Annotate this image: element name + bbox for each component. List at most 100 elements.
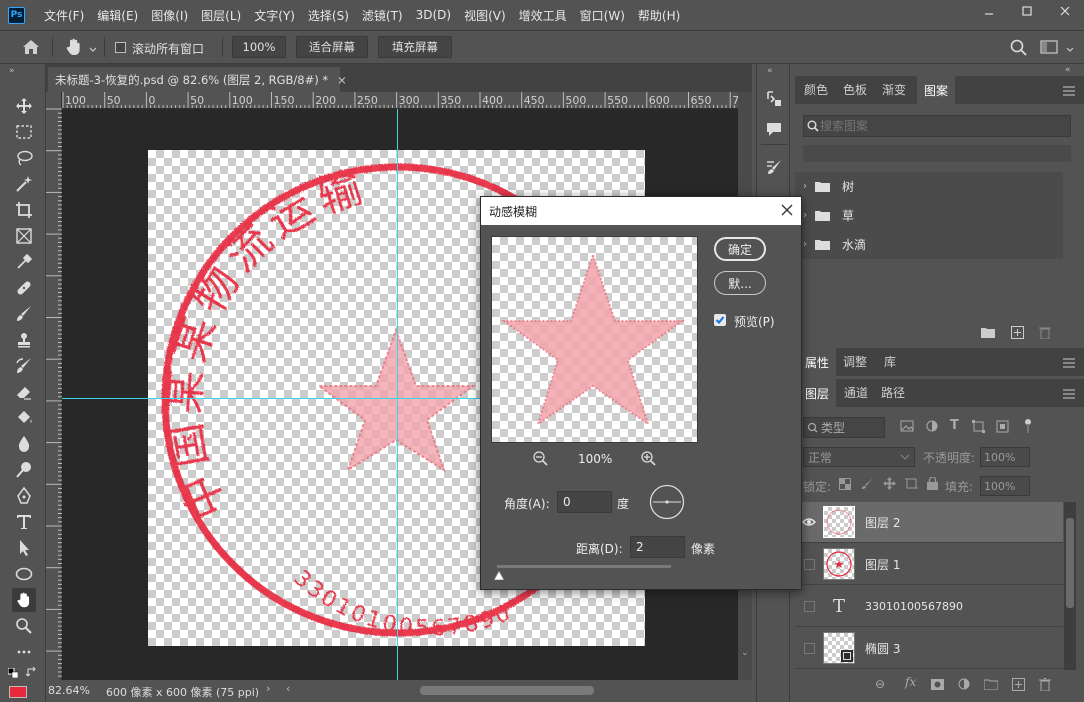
swap-colors-icon[interactable] — [25, 666, 38, 681]
chevron-down-icon[interactable] — [89, 42, 97, 56]
menu-3d[interactable]: 3D(D) — [411, 8, 459, 22]
distance-slider-handle[interactable] — [493, 569, 505, 583]
document-tab[interactable]: 未标题-3-恢复的.psd @ 82.6% (图层 2, RGB/8#) * × — [48, 67, 347, 92]
angle-input[interactable]: 0 — [557, 491, 612, 513]
panel-menu-icon[interactable] — [1063, 388, 1075, 402]
dodge-tool-icon[interactable] — [12, 458, 36, 482]
tab-patterns[interactable]: 图案 — [917, 76, 955, 104]
blur-tool-icon[interactable] — [12, 432, 36, 456]
search-icon[interactable] — [1010, 39, 1027, 59]
hand-tool-icon[interactable] — [12, 588, 36, 612]
new-group-icon[interactable] — [981, 327, 995, 341]
foreground-color-swatch[interactable] — [9, 686, 27, 698]
angle-dial[interactable] — [649, 484, 685, 523]
pen-tool-icon[interactable] — [12, 484, 36, 508]
move-tool-icon[interactable] — [12, 94, 36, 118]
filter-shape-icon[interactable] — [972, 420, 985, 436]
dialog-title-bar[interactable]: 动感模糊 — [481, 197, 801, 225]
horizontal-scrollbar-thumb[interactable] — [420, 686, 594, 695]
more-tools-icon[interactable] — [12, 640, 36, 664]
layer-filter-select[interactable]: 类型 — [803, 417, 885, 438]
tab-gradients[interactable]: 渐变 — [876, 76, 912, 102]
menu-filter[interactable]: 滤镜(T) — [357, 7, 411, 24]
menu-view[interactable]: 视图(V) — [459, 7, 514, 24]
vertical-guide[interactable] — [397, 109, 398, 680]
type-tool-icon[interactable] — [12, 510, 36, 534]
pattern-folder[interactable]: › 水滴 — [795, 230, 1063, 259]
tab-layers[interactable]: 图层 — [798, 379, 836, 407]
status-zoom[interactable]: 82.64% — [48, 684, 90, 697]
collapse-icon[interactable]: « — [767, 66, 773, 76]
home-icon[interactable] — [22, 39, 40, 58]
magic-wand-tool-icon[interactable] — [12, 172, 36, 196]
chevron-right-icon[interactable]: › — [795, 181, 815, 192]
new-layer-icon[interactable] — [1012, 678, 1025, 694]
comments-panel-icon[interactable] — [765, 120, 783, 141]
blend-mode-select[interactable]: 正常 — [803, 447, 915, 467]
history-brush-tool-icon[interactable] — [12, 354, 36, 378]
layer-row[interactable]: T 33010100567890 — [795, 586, 1063, 627]
filter-toggle-icon[interactable] — [1024, 418, 1032, 437]
filter-type-icon[interactable]: T — [950, 418, 959, 433]
layer-row[interactable]: 椭圆 3 — [795, 628, 1063, 669]
delete-layer-icon[interactable] — [1039, 678, 1051, 694]
layers-scrollbar[interactable] — [1064, 502, 1076, 670]
menu-file[interactable]: 文件(F) — [39, 7, 92, 24]
eyedropper-tool-icon[interactable] — [12, 250, 36, 274]
menu-layer[interactable]: 图层(L) — [196, 7, 249, 24]
workspace-icon[interactable] — [1040, 40, 1058, 57]
status-menu-arrow-icon[interactable]: › — [266, 682, 270, 695]
eraser-tool-icon[interactable] — [12, 380, 36, 404]
filter-smart-object-icon[interactable] — [996, 420, 1009, 436]
fill-field[interactable]: 100% — [980, 476, 1030, 496]
close-document-icon[interactable]: × — [337, 73, 347, 87]
distance-input[interactable]: 2 — [630, 536, 685, 558]
tab-adjustments[interactable]: 调整 — [838, 348, 872, 374]
preview-checkbox[interactable] — [714, 314, 726, 326]
lasso-tool-icon[interactable] — [12, 146, 36, 170]
distance-slider-track[interactable] — [497, 565, 671, 568]
scroll-all-checkbox[interactable] — [115, 42, 126, 53]
visibility-toggle[interactable] — [795, 586, 823, 627]
brush-tool-icon[interactable] — [12, 302, 36, 326]
tab-properties[interactable]: 属性 — [798, 348, 836, 376]
menu-window[interactable]: 窗口(W) — [575, 7, 633, 24]
scroll-down-icon[interactable]: ⌄ — [741, 648, 749, 658]
default-button[interactable]: 默... — [714, 271, 766, 295]
brush-settings-icon[interactable] — [765, 158, 783, 179]
lock-paint-icon[interactable] — [861, 477, 874, 493]
layer-name[interactable]: 椭圆 3 — [865, 640, 900, 657]
pattern-search-input[interactable] — [820, 117, 1060, 135]
pattern-folder[interactable]: › 草 — [795, 201, 1063, 230]
visibility-toggle[interactable] — [795, 628, 823, 669]
close-icon[interactable] — [781, 204, 793, 219]
fill-screen-button[interactable]: 填充屏幕 — [378, 36, 452, 58]
layer-style-icon[interactable]: fx — [905, 675, 916, 689]
tab-paths[interactable]: 路径 — [877, 379, 909, 405]
menu-select[interactable]: 选择(S) — [303, 7, 357, 24]
menu-plugins[interactable]: 增效工具 — [514, 7, 575, 24]
ok-button[interactable]: 确定 — [714, 237, 766, 261]
layer-name[interactable]: 图层 1 — [865, 556, 900, 573]
trash-icon[interactable] — [1039, 326, 1051, 342]
pattern-size-slider[interactable] — [803, 145, 1071, 162]
new-group-icon[interactable] — [983, 679, 999, 693]
link-layers-icon[interactable]: ⊖ — [875, 677, 885, 691]
filter-adjustment-icon[interactable] — [926, 420, 938, 435]
panel-menu-icon[interactable] — [1063, 357, 1075, 371]
clone-stamp-tool-icon[interactable] — [12, 328, 36, 352]
maximize-icon[interactable] — [1008, 0, 1046, 22]
tab-libraries[interactable]: 库 — [876, 348, 904, 374]
paint-bucket-tool-icon[interactable] — [12, 406, 36, 430]
layer-name[interactable]: 图层 2 — [865, 514, 900, 531]
lock-artboard-icon[interactable] — [905, 477, 918, 493]
zoom-value-field[interactable]: 100% — [232, 36, 286, 58]
tab-channels[interactable]: 通道 — [838, 379, 874, 405]
path-selection-tool-icon[interactable] — [12, 536, 36, 560]
fit-screen-button[interactable]: 适合屏幕 — [296, 36, 368, 58]
panel-menu-icon[interactable] — [1063, 85, 1075, 99]
new-pattern-icon[interactable] — [1011, 326, 1024, 342]
collapse-icon[interactable]: » — [9, 66, 15, 76]
menu-edit[interactable]: 编辑(E) — [92, 7, 146, 24]
zoom-out-icon[interactable] — [533, 451, 548, 469]
